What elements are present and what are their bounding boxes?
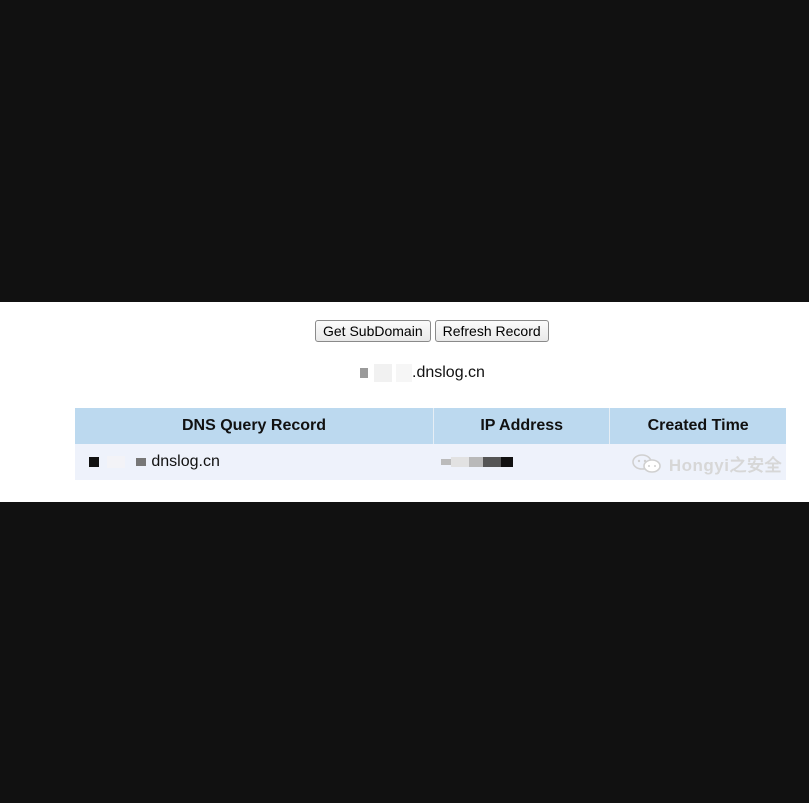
redacted-block	[450, 457, 469, 467]
redacted-block	[135, 457, 146, 466]
created-time-redacted: Hongyi之安全	[611, 445, 785, 479]
redacted-block	[374, 364, 392, 382]
redacted-block	[396, 364, 412, 382]
redacted-block	[468, 457, 483, 467]
table-header-row: DNS Query Record IP Address Created Time	[75, 408, 786, 444]
dns-query-cell: dnslog.cn	[75, 444, 434, 480]
redacted-block	[500, 457, 513, 467]
watermark: Hongyi之安全	[631, 451, 782, 476]
toolbar: Get SubDomain Refresh Record	[315, 320, 549, 342]
header-ip-address: IP Address	[433, 408, 611, 444]
redacted-block	[107, 455, 126, 468]
refresh-record-button[interactable]: Refresh Record	[434, 320, 549, 342]
dns-query-text: dnslog.cn	[151, 453, 220, 470]
get-subdomain-button[interactable]: Get SubDomain	[315, 320, 431, 342]
header-dns-query-record: DNS Query Record	[75, 408, 435, 444]
dns-records-table: DNS Query Record IP Address Created Time…	[75, 408, 786, 480]
header-created-time: Created Time	[609, 408, 786, 444]
redacted-block	[482, 457, 501, 467]
redacted-block	[360, 368, 368, 378]
dnslog-panel: Get SubDomain Refresh Record .dnslog.cn …	[0, 302, 809, 502]
redacted-block	[89, 456, 99, 467]
created-time-cell: Hongyi之安全	[609, 444, 786, 480]
redacted-block	[440, 459, 451, 465]
subdomain-suffix: .dnslog.cn	[412, 364, 485, 381]
watermark-text: Hongyi之安全	[668, 456, 782, 475]
ip-address-cell	[433, 444, 610, 480]
wechat-icon	[632, 453, 661, 473]
ip-address-redacted	[435, 457, 609, 467]
table-row: dnslog.cn Hongyi之安全	[75, 444, 786, 480]
generated-subdomain: .dnslog.cn	[360, 364, 485, 382]
